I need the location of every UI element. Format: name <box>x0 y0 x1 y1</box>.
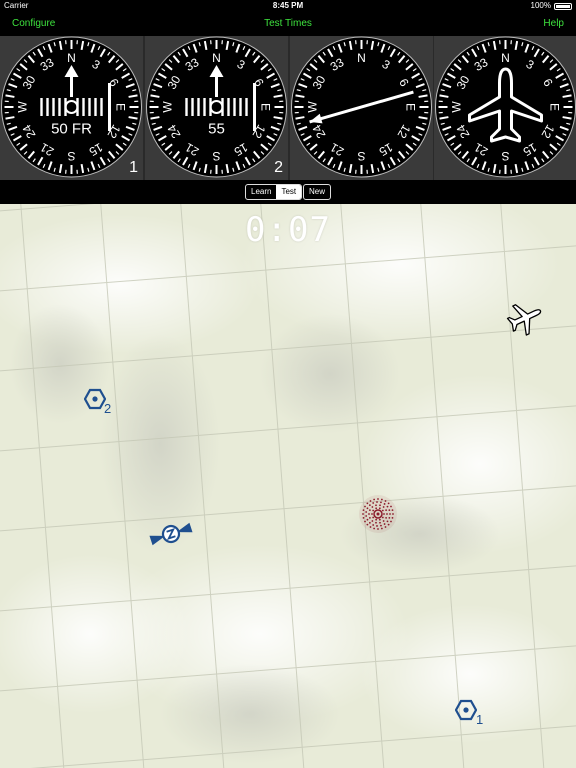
vor-readout: 50 FR <box>51 121 92 138</box>
dial-label: W <box>16 101 30 113</box>
learn-segment[interactable]: Learn <box>246 185 276 199</box>
dial-label: S <box>67 149 75 163</box>
dial-label: S <box>357 149 365 163</box>
terrain-layer <box>0 204 576 768</box>
dial-label: N <box>212 51 221 65</box>
dial-label: N <box>501 51 510 65</box>
dial-label: E <box>548 103 562 111</box>
waypoint-2-label: 2 <box>104 401 112 416</box>
status-right: 100% <box>531 0 572 12</box>
map-view[interactable]: 0:07 2 1 <box>0 204 576 768</box>
instrument-number-2: 2 <box>274 159 283 176</box>
dial-label: E <box>404 103 418 111</box>
heading-indicator[interactable]: N 3 6 E 12 15 S 21 24 W 30 33 <box>434 36 576 180</box>
vor-readout: 55 <box>208 121 225 138</box>
nav-bar: Configure Test Times Help <box>0 12 576 36</box>
dial-label: S <box>501 149 509 163</box>
heading-dial: N 36E1215S2124W3033 <box>435 36 576 178</box>
instrument-panel: N 3 6 E 12 15 S 21 24 W 30 33 50 FR 1 N 3 6 E 12 15 S 21 24 W… <box>0 36 576 180</box>
nav-title: Test Times <box>264 18 312 29</box>
mode-segmented-control: Learn Test <box>245 184 303 200</box>
battery-percent: 100% <box>530 1 551 10</box>
adf-dial: N 36E1215S2124W3033 <box>291 36 432 178</box>
vor-2-instrument[interactable]: N 3 6 E 12 15 S 21 24 W 30 33 55 2 <box>145 36 288 180</box>
timer-display: 0:07 <box>245 210 331 250</box>
dial-label: W <box>161 101 175 113</box>
help-button[interactable]: Help <box>543 12 564 36</box>
status-time: 8:45 PM <box>272 1 304 10</box>
waypoint-2-icon[interactable] <box>84 388 106 410</box>
airplane-icon[interactable] <box>505 298 545 338</box>
dial-label: E <box>114 103 128 111</box>
status-bar: Carrier 8:45 PM 100% <box>0 0 576 12</box>
dial-label: N <box>67 51 76 65</box>
vor-1-instrument[interactable]: N 3 6 E 12 15 S 21 24 W 30 33 50 FR 1 <box>0 36 143 180</box>
adf-instrument[interactable]: N 3 6 E 12 15 S 21 24 W 30 33 <box>290 36 433 180</box>
ndb-target-icon[interactable] <box>356 492 400 536</box>
battery-icon <box>554 2 572 10</box>
test-segment[interactable]: Test <box>276 185 302 199</box>
instrument-number-1: 1 <box>129 159 138 176</box>
dial-label: S <box>212 149 220 163</box>
vor-2-dial: N 36E1215S2124W303355 <box>146 36 287 178</box>
dial-label: W <box>450 101 464 113</box>
control-bar: Learn Test New <box>0 180 576 204</box>
dial-label: W <box>306 101 320 113</box>
dial-label: N <box>357 51 366 65</box>
new-button[interactable]: New <box>303 184 332 200</box>
vor-station-icon[interactable] <box>148 518 194 550</box>
vor-1-dial: N 36E1215S2124W303350 FR <box>1 36 142 178</box>
dial-label: E <box>259 103 273 111</box>
waypoint-1-icon[interactable] <box>455 699 477 721</box>
waypoint-1-label: 1 <box>476 712 484 727</box>
